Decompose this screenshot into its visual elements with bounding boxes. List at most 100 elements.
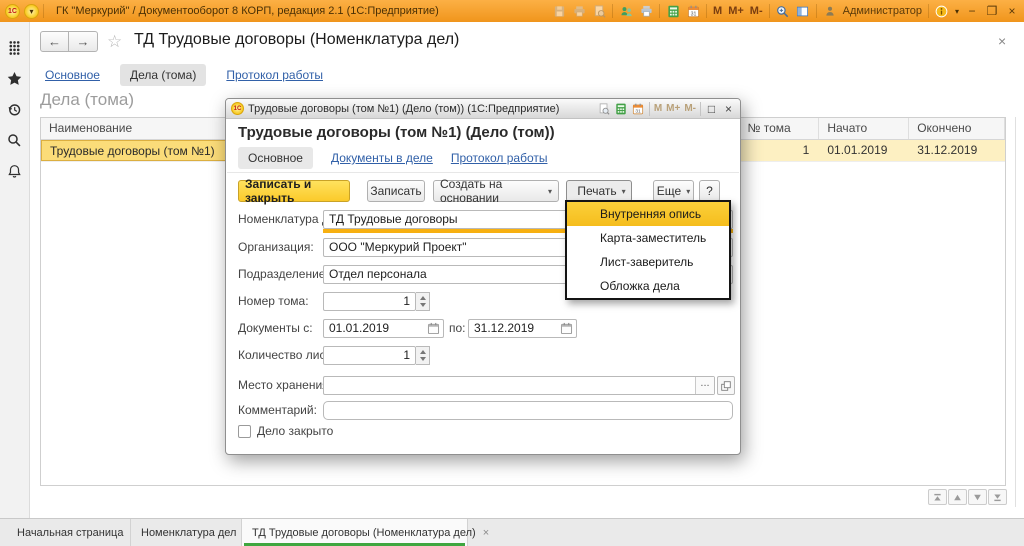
dialog-tab-documents[interactable]: Документы в деле <box>331 151 433 165</box>
dialog-tab-protokol[interactable]: Протокол работы <box>451 151 548 165</box>
favorite-star-icon[interactable]: ☆ <box>107 32 122 52</box>
docs-from-field[interactable]: 01.01.2019 <box>323 319 444 338</box>
dialog-titlebar: 1С Трудовые договоры (том №1) (Дело (том… <box>226 99 740 119</box>
save-button[interactable]: Записать <box>367 180 425 202</box>
memory-m-minus-button[interactable]: M- <box>684 103 696 114</box>
memory-m-minus-button[interactable]: M- <box>750 5 763 17</box>
column-header-volume[interactable]: № тома <box>740 118 820 139</box>
print-button[interactable] <box>572 4 586 18</box>
print-preview-button[interactable] <box>592 4 606 18</box>
restore-button[interactable]: ❐ <box>985 4 999 18</box>
go-next-button[interactable] <box>968 489 987 505</box>
case-closed-checkbox[interactable] <box>238 425 251 438</box>
calendar-picker-icon[interactable] <box>427 322 441 336</box>
sections-menu-button[interactable] <box>0 32 30 63</box>
sheet-count-field[interactable]: 1 <box>323 346 416 365</box>
tab-trudovye-dogovory[interactable]: ТД Трудовые договоры (Номенклатура дел) … <box>242 519 468 546</box>
back-button[interactable]: ← <box>40 31 69 52</box>
cell-finished[interactable]: 31.12.2019 <box>909 140 1005 161</box>
1c-logo-icon: 1С <box>5 4 20 19</box>
help-button[interactable]: ? <box>699 180 720 202</box>
chevron-down-icon: ▾ <box>686 187 690 196</box>
main-menu-button[interactable]: ▾ <box>24 4 39 19</box>
spin-down-icon[interactable] <box>416 302 429 311</box>
menu-item-internal-inventory[interactable]: Внутренняя опись <box>567 202 729 226</box>
print-file-button[interactable] <box>639 4 653 18</box>
section-title: Дела (тома) <box>40 90 134 110</box>
chevron-down-icon: ▾ <box>548 187 552 196</box>
calendar-picker-icon[interactable] <box>560 322 574 336</box>
save-button[interactable] <box>552 4 566 18</box>
column-header-finished[interactable]: Окончено <box>909 118 1005 139</box>
department-label: Подразделение: <box>238 265 329 284</box>
divider <box>769 4 770 18</box>
dialog-close-button[interactable]: × <box>722 102 735 116</box>
print-button[interactable]: Печать▾ <box>566 180 632 202</box>
calculator-button[interactable] <box>615 102 628 115</box>
memory-m-button[interactable]: M <box>713 5 722 17</box>
menu-item-substitute-card[interactable]: Карта-заместитель <box>567 226 729 250</box>
memory-m-plus-button[interactable]: M+ <box>728 5 744 17</box>
save-label: Записать <box>370 184 421 198</box>
cell-volume[interactable]: 1 <box>740 140 820 161</box>
tab-protokol[interactable]: Протокол работы <box>226 68 323 82</box>
column-header-started[interactable]: Начато <box>819 118 909 139</box>
info-button[interactable] <box>935 4 949 18</box>
docs-to-field[interactable]: 31.12.2019 <box>468 319 577 338</box>
tab-dela-toma[interactable]: Дела (тома) <box>120 64 206 86</box>
more-button[interactable]: Еще▾ <box>653 180 694 202</box>
menu-item-case-cover[interactable]: Обложка дела <box>567 274 729 298</box>
spin-down-icon[interactable] <box>416 356 429 365</box>
memory-m-plus-button[interactable]: M+ <box>666 103 680 114</box>
links-button[interactable] <box>619 4 633 18</box>
chevron-down-icon[interactable]: ▾ <box>955 7 959 16</box>
menu-item-certifying-sheet[interactable]: Лист-заверитель <box>567 250 729 274</box>
split-window-button[interactable] <box>796 4 810 18</box>
close-button[interactable]: × <box>1005 4 1019 18</box>
comment-field[interactable] <box>323 401 733 420</box>
storage-label: Место хранения: <box>238 376 332 395</box>
favorites-button[interactable] <box>0 63 30 94</box>
print-preview-button[interactable] <box>598 102 611 115</box>
zoom-button[interactable] <box>776 4 790 18</box>
current-user[interactable]: Администратор <box>843 5 922 17</box>
memory-m-button[interactable]: M <box>654 103 662 114</box>
tab-nomenclature[interactable]: Номенклатура дел × <box>131 519 242 546</box>
tab-osnovnoe[interactable]: Основное <box>45 68 100 82</box>
save-and-close-button[interactable]: Записать и закрыть <box>238 180 350 202</box>
calculator-button[interactable] <box>666 4 680 18</box>
minimize-button[interactable]: − <box>965 4 979 18</box>
volume-number-label: Номер тома: <box>238 292 309 311</box>
volume-number-stepper[interactable] <box>416 292 430 311</box>
tab-home[interactable]: Начальная страница <box>0 519 131 546</box>
choose-button[interactable]: ... <box>695 377 714 394</box>
docs-from-value: 01.01.2019 <box>329 321 389 335</box>
notifications-button[interactable] <box>0 156 30 187</box>
sheet-count-stepper[interactable] <box>416 346 430 365</box>
dialog-maximize-button[interactable]: □ <box>705 102 718 116</box>
forward-button[interactable]: → <box>69 31 98 52</box>
calendar-button[interactable] <box>686 4 700 18</box>
spin-up-icon[interactable] <box>416 293 429 302</box>
divider <box>649 102 650 116</box>
dialog-tab-osnovnoe[interactable]: Основное <box>238 147 313 169</box>
print-label: Печать <box>577 184 616 198</box>
dialog-window-title: Трудовые договоры (том №1) (Дело (том)) … <box>248 103 594 115</box>
go-last-button[interactable] <box>988 489 1007 505</box>
tab-close-icon[interactable]: × <box>483 527 489 539</box>
open-button[interactable] <box>717 376 735 395</box>
search-button[interactable] <box>0 125 30 156</box>
tab-nomenclature-label: Номенклатура дел <box>141 527 236 539</box>
create-based-on-button[interactable]: Создать на основании▾ <box>433 180 559 202</box>
calendar-button[interactable] <box>632 102 645 115</box>
list-navigation <box>928 489 1007 505</box>
cell-started[interactable]: 01.01.2019 <box>819 140 909 161</box>
storage-field[interactable]: ... <box>323 376 715 395</box>
form-close-button[interactable]: × <box>998 33 1006 49</box>
window-title: ГК "Меркурий" / Документооборот 8 КОРП, … <box>56 5 439 17</box>
go-prev-button[interactable] <box>948 489 967 505</box>
go-first-button[interactable] <box>928 489 947 505</box>
history-button[interactable] <box>0 94 30 125</box>
volume-number-field[interactable]: 1 <box>323 292 416 311</box>
spin-up-icon[interactable] <box>416 347 429 356</box>
